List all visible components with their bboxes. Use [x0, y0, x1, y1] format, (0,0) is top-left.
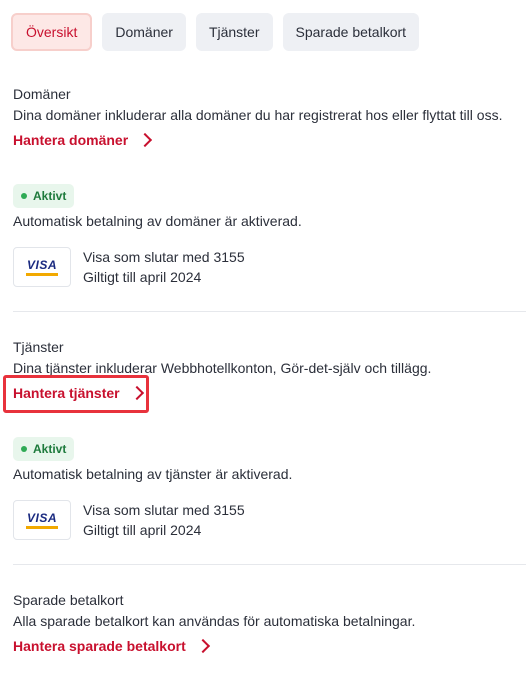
- domains-link-row: Hantera domäner: [13, 132, 526, 150]
- domains-section: Domäner Dina domäner inkluderar alla dom…: [13, 85, 526, 124]
- section-title: Tjänster: [13, 339, 64, 355]
- tab-oversikt[interactable]: Översikt: [11, 13, 93, 51]
- visa-logo-text: VISA: [26, 257, 57, 272]
- visa-stripe: [26, 525, 58, 529]
- chevron-right-icon: [138, 132, 153, 148]
- domains-status: Aktivt: [13, 184, 526, 208]
- tab-label: Sparade betalkort: [295, 24, 407, 40]
- section-description: Dina tjänster inkluderar Webbhotellkonto…: [13, 360, 432, 376]
- services-card: VISA Visa som slutar med 3155 Giltigt ti…: [13, 500, 526, 540]
- manage-domains-link[interactable]: Hantera domäner: [13, 132, 153, 148]
- domains-card: VISA Visa som slutar med 3155 Giltigt ti…: [13, 247, 526, 287]
- services-status-text-row: Automatisk betalning av tjänster är akti…: [13, 466, 526, 484]
- chevron-right-icon: [129, 385, 144, 401]
- link-label: Hantera sparade betalkort: [13, 638, 186, 654]
- status-badge: Aktivt: [13, 437, 75, 461]
- tab-label: Översikt: [26, 24, 78, 40]
- section-title: Sparade betalkort: [13, 592, 124, 608]
- section-title: Domäner: [13, 86, 71, 102]
- tab-sparade-betalkort[interactable]: Sparade betalkort: [282, 13, 420, 51]
- section-description: Alla sparade betalkort kan användas för …: [13, 613, 416, 629]
- manage-saved-cards-link[interactable]: Hantera sparade betalkort: [13, 638, 210, 654]
- payment-card: VISA Visa som slutar med 3155 Giltigt ti…: [13, 247, 526, 287]
- payment-card: VISA Visa som slutar med 3155 Giltigt ti…: [13, 500, 526, 540]
- services-section: Tjänster Dina tjänster inkluderar Webbho…: [13, 338, 526, 377]
- divider: [13, 311, 526, 312]
- autopay-status-text: Automatisk betalning av tjänster är akti…: [13, 466, 293, 482]
- divider: [13, 564, 526, 565]
- status-dot-icon: [21, 446, 27, 452]
- visa-card-icon: VISA: [13, 500, 71, 540]
- link-label: Hantera domäner: [13, 132, 129, 148]
- autopay-status-text: Automatisk betalning av domäner är aktiv…: [13, 213, 302, 229]
- tab-domaner[interactable]: Domäner: [102, 13, 186, 51]
- tab-tjanster[interactable]: Tjänster: [195, 13, 273, 51]
- status-badge: Aktivt: [13, 184, 75, 208]
- saved-cards-link-row: Hantera sparade betalkort: [13, 638, 526, 656]
- chevron-right-icon: [195, 638, 210, 654]
- tab-bar: Översikt Domäner Tjänster Sparade betalk…: [11, 13, 420, 51]
- services-link-row: Hantera tjänster: [13, 385, 526, 403]
- status-dot-icon: [21, 193, 27, 199]
- tab-label: Domäner: [115, 24, 173, 40]
- badge-label: Aktivt: [33, 189, 67, 203]
- domains-status-text-row: Automatisk betalning av domäner är aktiv…: [13, 213, 526, 231]
- tab-label: Tjänster: [208, 24, 260, 40]
- card-expiry-text: Giltigt till april 2024: [83, 269, 202, 285]
- card-number-text: Visa som slutar med 3155: [83, 249, 245, 265]
- card-expiry-text: Giltigt till april 2024: [83, 522, 202, 538]
- visa-logo-text: VISA: [26, 510, 57, 525]
- visa-stripe: [26, 272, 58, 276]
- manage-services-link[interactable]: Hantera tjänster: [13, 385, 144, 401]
- saved-cards-section: Sparade betalkort Alla sparade betalkort…: [13, 591, 526, 630]
- visa-card-icon: VISA: [13, 247, 71, 287]
- services-status: Aktivt: [13, 437, 526, 461]
- section-description: Dina domäner inkluderar alla domäner du …: [13, 107, 503, 123]
- card-number-text: Visa som slutar med 3155: [83, 502, 245, 518]
- badge-label: Aktivt: [33, 442, 67, 456]
- link-label: Hantera tjänster: [13, 385, 120, 401]
